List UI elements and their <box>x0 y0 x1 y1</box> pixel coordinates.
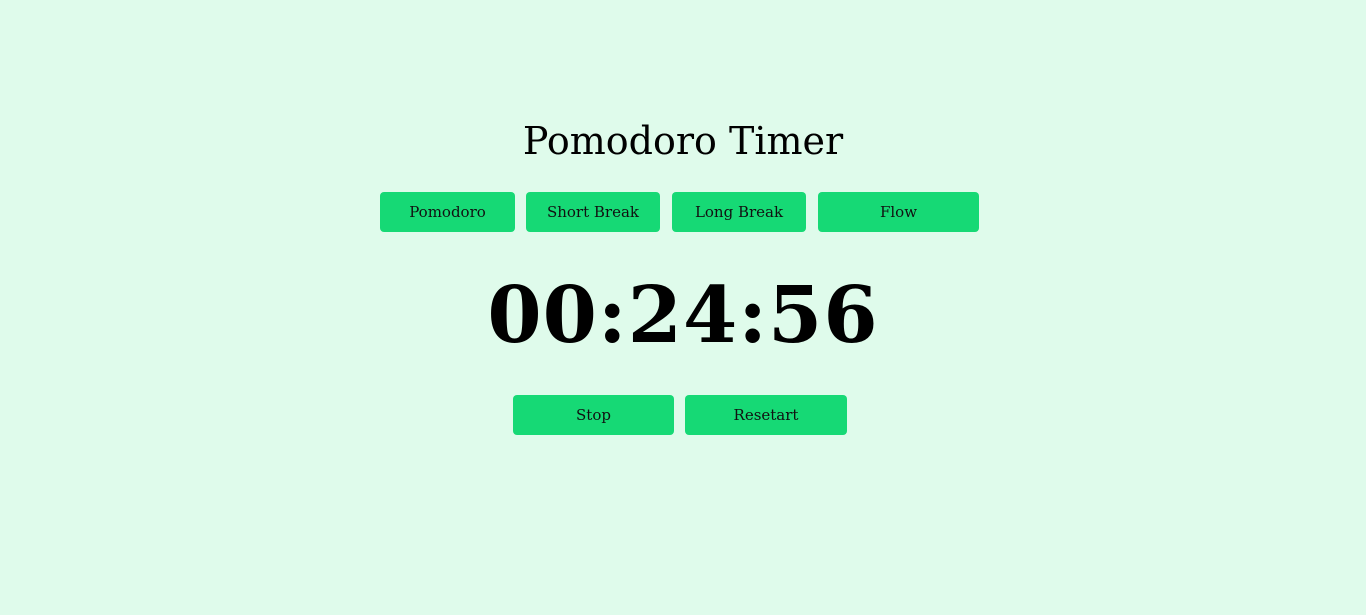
restart-button[interactable]: Resetart <box>685 395 847 435</box>
long-break-mode-button[interactable]: Long Break <box>672 192 806 232</box>
pomodoro-mode-button[interactable]: Pomodoro <box>380 192 515 232</box>
flow-mode-button[interactable]: Flow <box>818 192 979 232</box>
short-break-mode-button[interactable]: Short Break <box>526 192 660 232</box>
timer-display: 00:24:56 <box>487 270 879 361</box>
stop-button[interactable]: Stop <box>513 395 674 435</box>
pomodoro-app: Pomodoro Timer Pomodoro Short Break Long… <box>0 0 1366 615</box>
page-title: Pomodoro Timer <box>522 119 844 163</box>
